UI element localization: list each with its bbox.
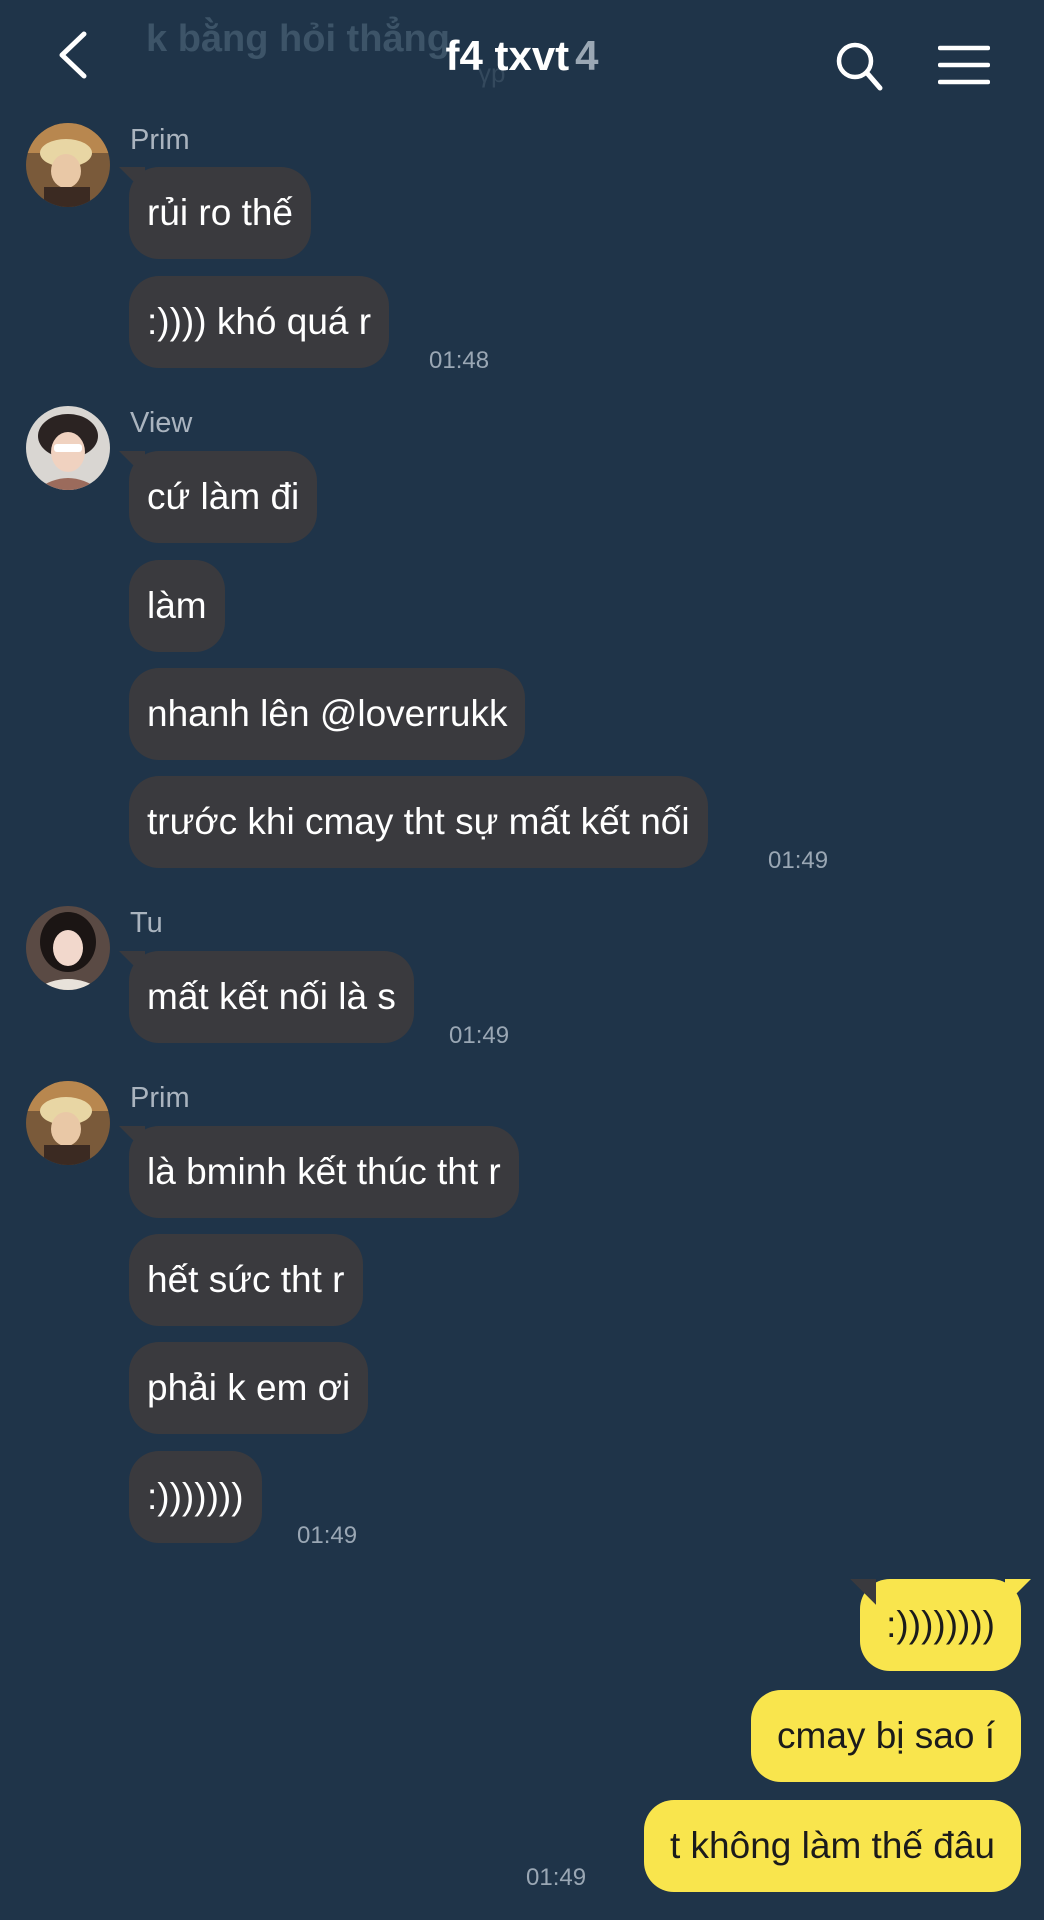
message-bubble[interactable]: phải k em ơi	[129, 1342, 369, 1434]
sender-name: View	[130, 407, 193, 439]
search-icon[interactable]	[834, 40, 884, 92]
message-time: 01:49	[297, 1522, 358, 1549]
message-bubble[interactable]: mất kết nối là s	[129, 951, 414, 1043]
chat-header: k bằng hỏi thẳng γp f4 txvt 4	[0, 0, 1044, 120]
my-message-bubble[interactable]: cmay bị sao í	[751, 1690, 1021, 1782]
message-bubble[interactable]: :)))))))	[129, 1451, 262, 1543]
sender-name: Prim	[130, 124, 190, 156]
message-bubble[interactable]: hết sức tht r	[129, 1234, 363, 1326]
sender-name: Tu	[130, 907, 163, 939]
avatar-tu[interactable]	[26, 906, 110, 990]
message-bubble[interactable]: :)))) khó quá r	[129, 276, 390, 368]
avatar-view[interactable]	[26, 406, 110, 490]
chat-title-text: f4 txvt	[445, 32, 570, 79]
message-bubble[interactable]: cứ làm đi	[129, 451, 318, 543]
message-time: 01:49	[768, 847, 829, 874]
message-bubble[interactable]: làm	[129, 560, 225, 652]
menu-icon[interactable]	[938, 44, 990, 86]
member-count: 4	[575, 32, 599, 79]
my-message-bubble[interactable]: :))))))))	[860, 1579, 1021, 1671]
avatar-prim[interactable]	[26, 123, 110, 207]
chat-title[interactable]: f4 txvt 4	[0, 32, 1044, 80]
message-bubble[interactable]: nhanh lên @loverrukk	[129, 668, 526, 760]
message-bubble[interactable]: rủi ro thế	[129, 167, 312, 259]
avatar-prim[interactable]	[26, 1081, 110, 1165]
my-message-bubble[interactable]: t không làm thế đâu	[644, 1800, 1021, 1892]
message-bubble[interactable]: trước khi cmay tht sự mất kết nối	[129, 776, 708, 868]
message-time: 01:48	[429, 347, 490, 374]
sender-name: Prim	[130, 1082, 190, 1114]
message-time: 01:49	[526, 1864, 587, 1891]
message-bubble[interactable]: là bminh kết thúc tht r	[129, 1126, 519, 1218]
message-time: 01:49	[449, 1022, 510, 1049]
